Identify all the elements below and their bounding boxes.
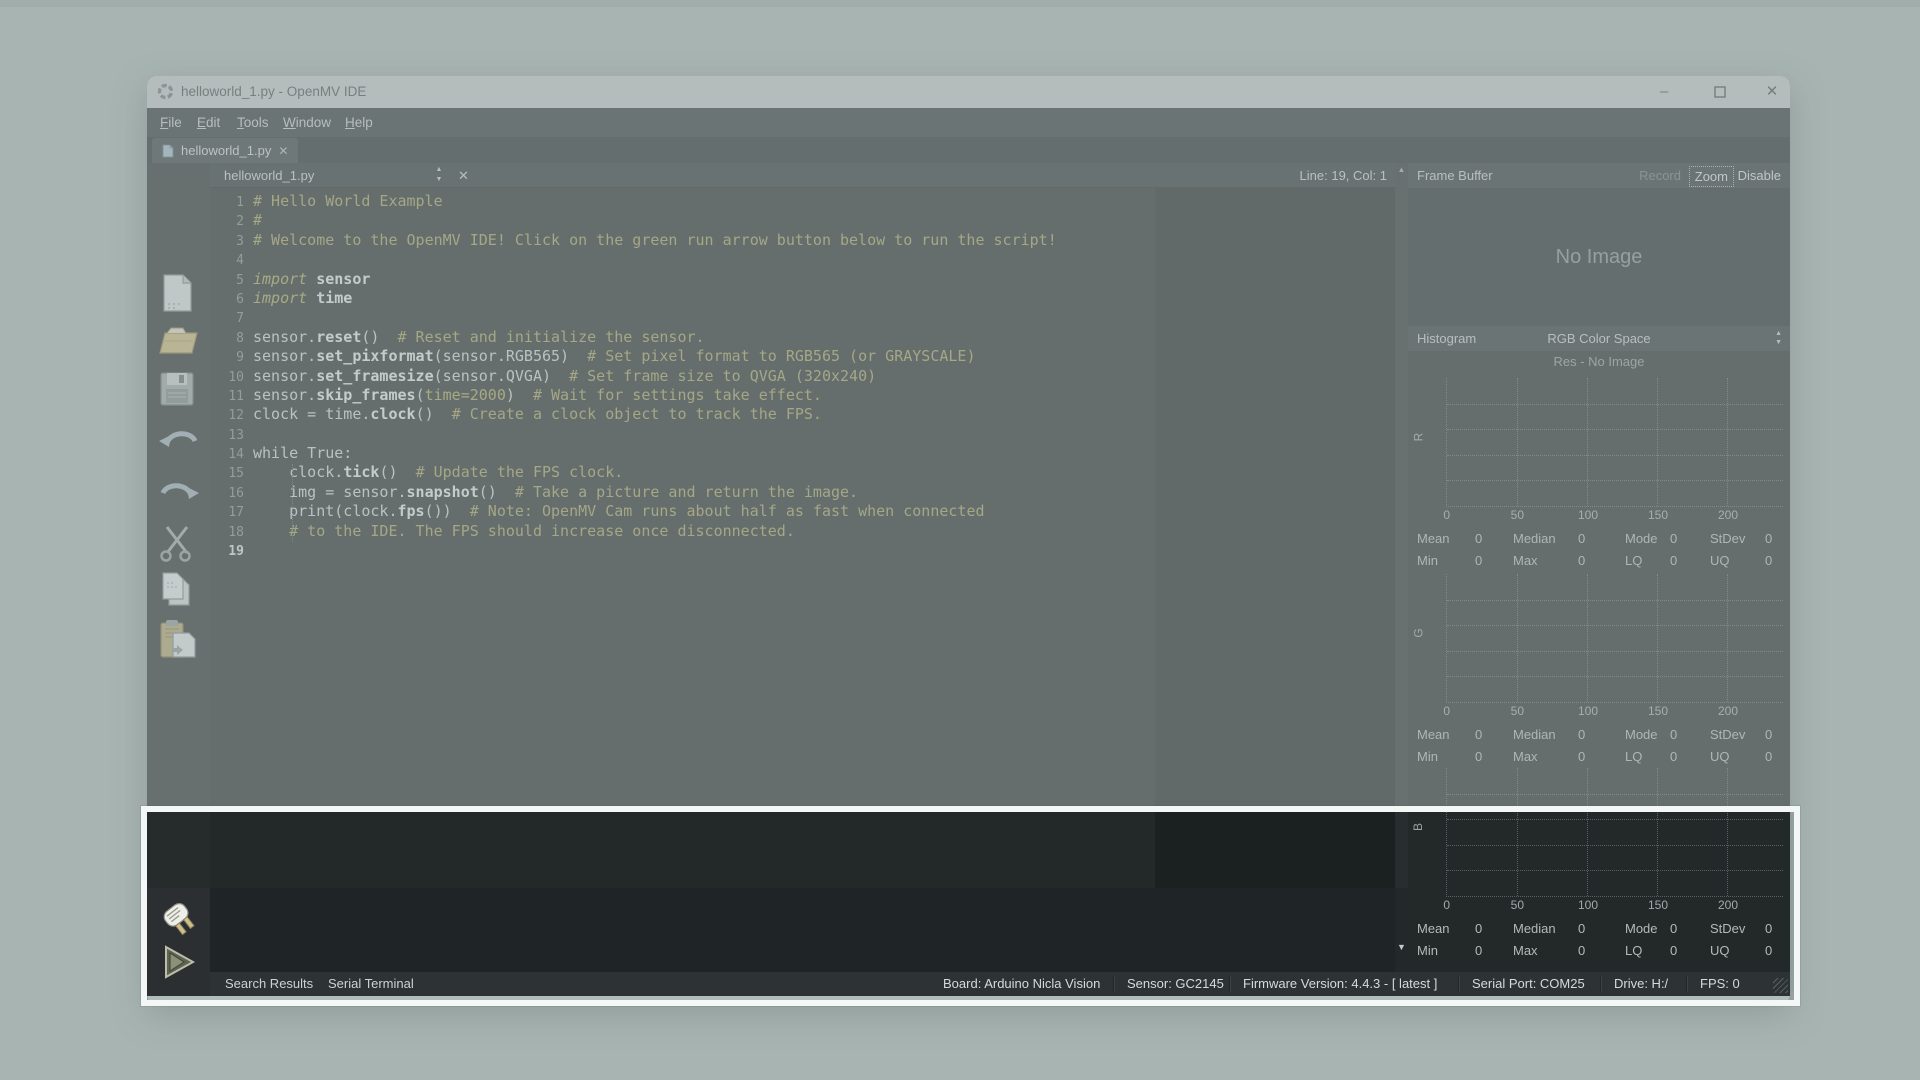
dim-overlay-right (1800, 806, 1920, 1006)
screenshot: helloworld_1.py - OpenMV IDE – ✕ FileEdi… (0, 0, 1920, 1080)
dim-overlay-left (0, 806, 141, 1006)
highlight-border (141, 806, 1800, 1006)
dim-overlay-bottom (0, 1006, 1920, 1080)
dim-overlay-top (0, 0, 1920, 806)
